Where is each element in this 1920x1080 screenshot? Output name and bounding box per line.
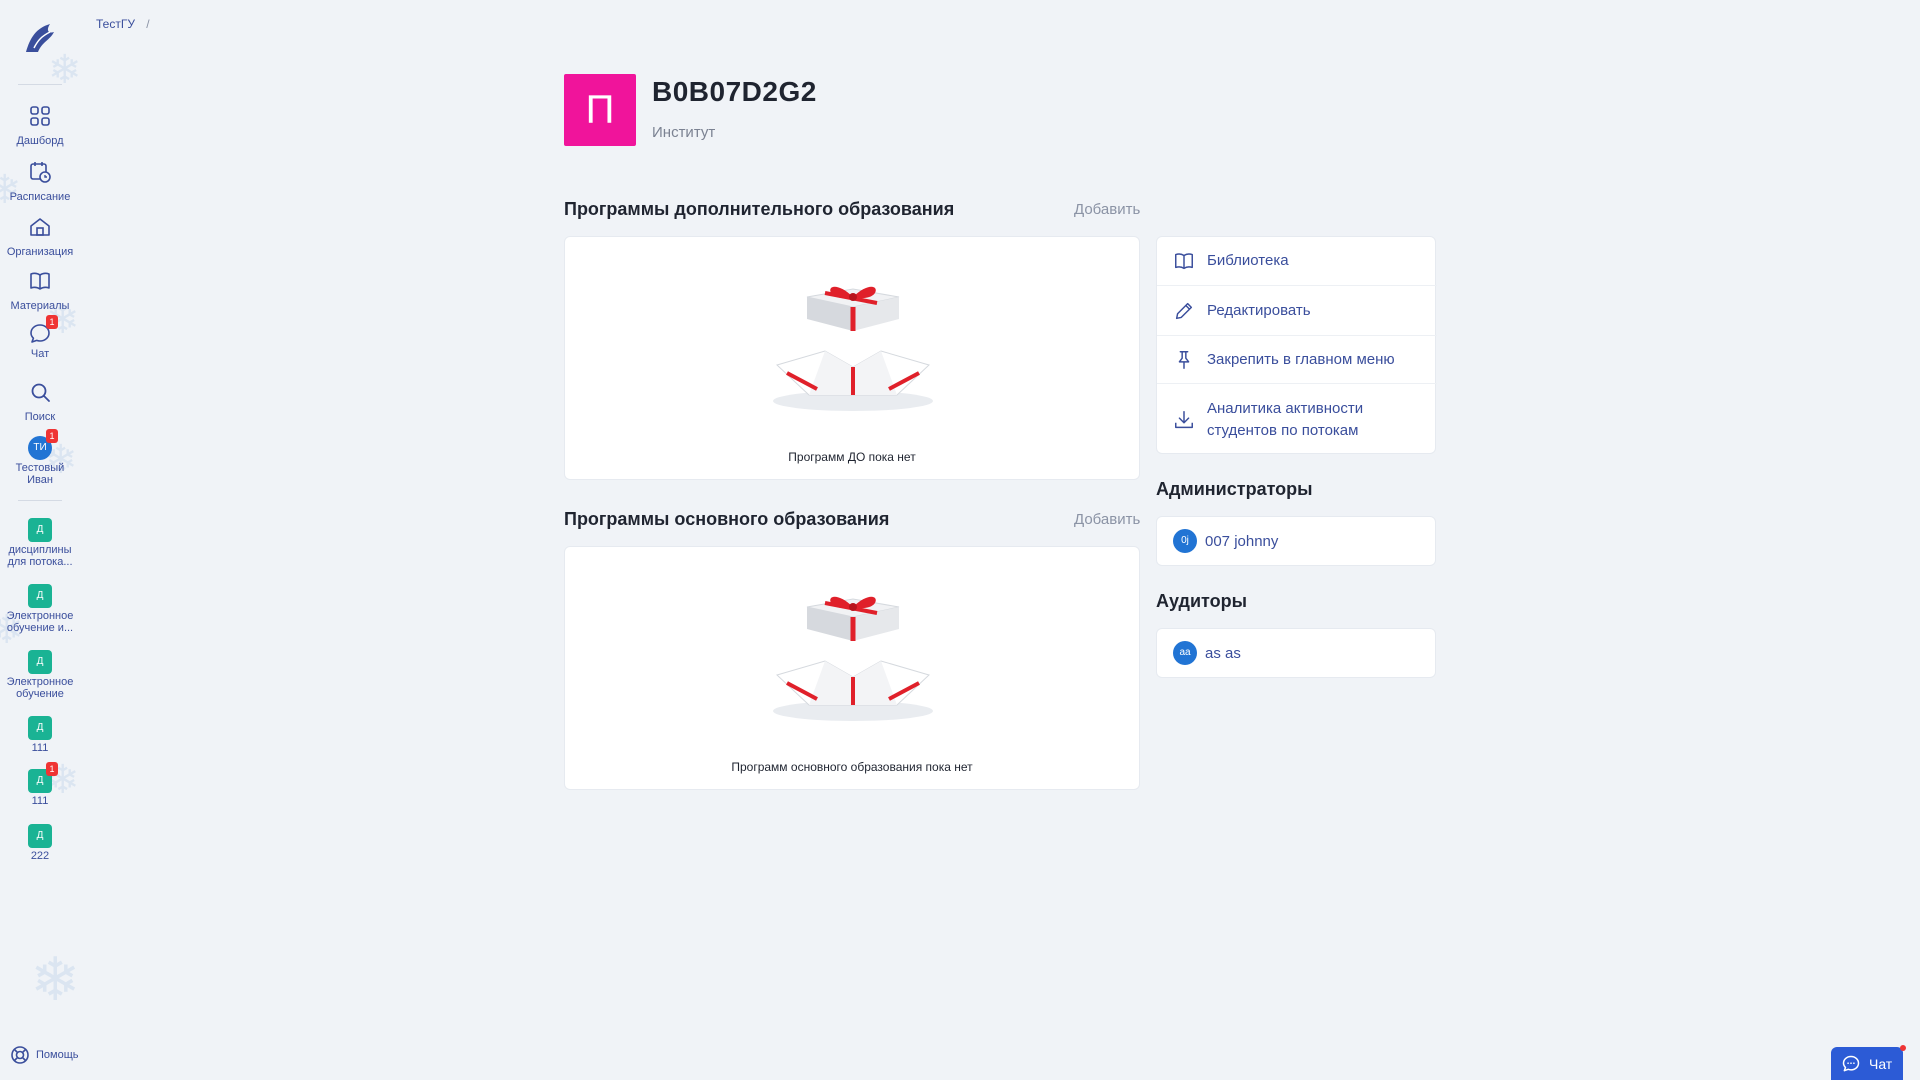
sidebar-divider xyxy=(18,84,62,85)
action-label: Закрепить в главном меню xyxy=(1207,350,1395,368)
page-subtitle: Институт xyxy=(652,124,716,141)
notification-badge: 1 xyxy=(46,429,58,443)
sidebar-course-item[interactable]: Д Электронное обучение и... xyxy=(0,584,80,634)
course-label: 111 xyxy=(31,795,49,807)
chat-widget-button[interactable]: Чат xyxy=(1831,1047,1903,1080)
sidebar-item-chat[interactable]: 1 Чат xyxy=(0,315,80,360)
notification-badge: 1 xyxy=(46,315,58,329)
avatar: aa xyxy=(1173,641,1197,665)
breadcrumb: ТестГУ / xyxy=(96,17,150,31)
course-tile: Д xyxy=(28,650,52,674)
search-icon xyxy=(31,383,50,402)
pin-icon xyxy=(1178,350,1190,369)
open-gift-box-icon xyxy=(773,286,933,411)
grid-icon xyxy=(30,106,50,126)
actions-menu: Библиотека Редактировать Закрепить в гла… xyxy=(1156,236,1437,455)
action-label: Библиотека xyxy=(1207,252,1289,269)
person-name: as as xyxy=(1205,644,1241,662)
action-label: Аналитика активности студентов по потока… xyxy=(1207,399,1364,439)
snowflake-decoration: ❄ xyxy=(30,946,80,1013)
course-tile-letter: Д xyxy=(36,775,44,786)
breadcrumb-root-link[interactable]: ТестГУ xyxy=(96,17,135,31)
sidebar-item-dashboard[interactable]: Дашборд xyxy=(0,104,80,147)
auditor-item[interactable]: aa as as xyxy=(1156,628,1436,678)
action-pin[interactable]: Закрепить в главном меню xyxy=(1157,336,1437,384)
auditors-title: Аудиторы xyxy=(1156,591,1247,611)
course-label: Электронное обучение xyxy=(6,676,74,700)
sidebar-course-item[interactable]: Д 222 xyxy=(0,824,80,862)
course-tile: Д xyxy=(28,824,52,848)
lifebuoy-icon xyxy=(11,1046,29,1064)
course-tile: Д xyxy=(28,584,52,608)
course-label: 111 xyxy=(31,742,49,754)
sidebar-divider xyxy=(18,500,62,501)
sidebar-item-organization[interactable]: Организация xyxy=(0,215,80,258)
main-programs-card: Программ основного образования пока нет xyxy=(564,546,1140,790)
home-icon xyxy=(30,218,50,236)
avatar: 0j xyxy=(1173,529,1197,553)
pencil-icon xyxy=(1175,302,1193,319)
sidebar-item-label: Материалы xyxy=(10,300,70,312)
sidebar: ❄ ❄ ❄ ❄ ❄ ❄ ❄ Дашборд Расписание Организ… xyxy=(0,0,80,1080)
sidebar-item-label: Организация xyxy=(6,246,74,258)
download-icon xyxy=(1175,410,1193,428)
course-tile: Д xyxy=(28,716,52,740)
page-title: B0B07D2G2 xyxy=(652,76,817,107)
chat-bubble-icon xyxy=(1842,1055,1860,1071)
add-main-program-button[interactable]: Добавить xyxy=(1074,511,1140,528)
breadcrumb-separator: / xyxy=(146,17,150,31)
book-icon xyxy=(30,272,50,290)
sidebar-item-label: Поиск xyxy=(24,411,56,423)
course-tile: Д xyxy=(28,518,52,542)
logo-icon[interactable] xyxy=(20,18,60,58)
book-icon xyxy=(1175,253,1193,270)
sidebar-course-item[interactable]: Д Электронное обучение xyxy=(0,650,80,700)
sidebar-item-label: Расписание xyxy=(9,191,71,203)
sidebar-item-label: Дашборд xyxy=(16,135,64,147)
open-gift-box-icon xyxy=(773,596,933,721)
calendar-clock-icon xyxy=(30,162,51,183)
section-title-main: Программы основного образования xyxy=(564,509,890,529)
section-title-additional: Программы дополнительного образования xyxy=(564,199,955,219)
chat-notification-dot xyxy=(1900,1045,1906,1051)
help-label: Помощь xyxy=(36,1049,79,1061)
sidebar-item-label: Тестовый Иван xyxy=(15,462,65,486)
sidebar-course-item[interactable]: Д 111 xyxy=(0,716,80,754)
administrators-title: Администраторы xyxy=(1156,479,1313,499)
course-label: Электронное обучение и... xyxy=(6,610,74,634)
chat-icon-wrapper: 1 xyxy=(28,315,58,346)
sidebar-item-schedule[interactable]: Расписание xyxy=(0,160,80,203)
course-label: 222 xyxy=(30,850,50,862)
sidebar-item-label: Чат xyxy=(30,348,50,360)
action-library[interactable]: Библиотека xyxy=(1157,237,1437,286)
course-label: дисциплины для потока... xyxy=(7,544,73,568)
notification-badge: 1 xyxy=(46,762,58,776)
administrator-item[interactable]: 0j 007 johnny xyxy=(1156,516,1436,566)
avatar-wrapper: ТИ 1 xyxy=(28,429,58,460)
sidebar-item-profile[interactable]: ТИ 1 Тестовый Иван xyxy=(0,429,80,486)
add-additional-program-button[interactable]: Добавить xyxy=(1074,201,1140,218)
chat-widget-label: Чат xyxy=(1869,1055,1893,1072)
course-tile-with-badge: Д 1 xyxy=(28,762,58,793)
org-avatar: П xyxy=(564,74,636,146)
sidebar-course-item[interactable]: Д дисциплины для потока... xyxy=(0,518,80,568)
action-label: Редактировать xyxy=(1207,301,1311,319)
person-name: 007 johnny xyxy=(1205,532,1279,550)
empty-state-text: Программ основного образования пока нет xyxy=(731,760,973,774)
sidebar-item-materials[interactable]: Материалы xyxy=(0,269,80,312)
empty-state-text: Программ ДО пока нет xyxy=(788,450,916,464)
action-analytics-download[interactable]: Аналитика активности студентов по потока… xyxy=(1157,384,1437,455)
action-edit[interactable]: Редактировать xyxy=(1157,286,1437,336)
sidebar-course-item[interactable]: Д 1 111 xyxy=(0,762,80,807)
help-link[interactable]: Помощь xyxy=(10,1045,79,1065)
sidebar-item-search[interactable]: Поиск xyxy=(0,380,80,423)
additional-programs-card: Программ ДО пока нет xyxy=(564,236,1140,480)
